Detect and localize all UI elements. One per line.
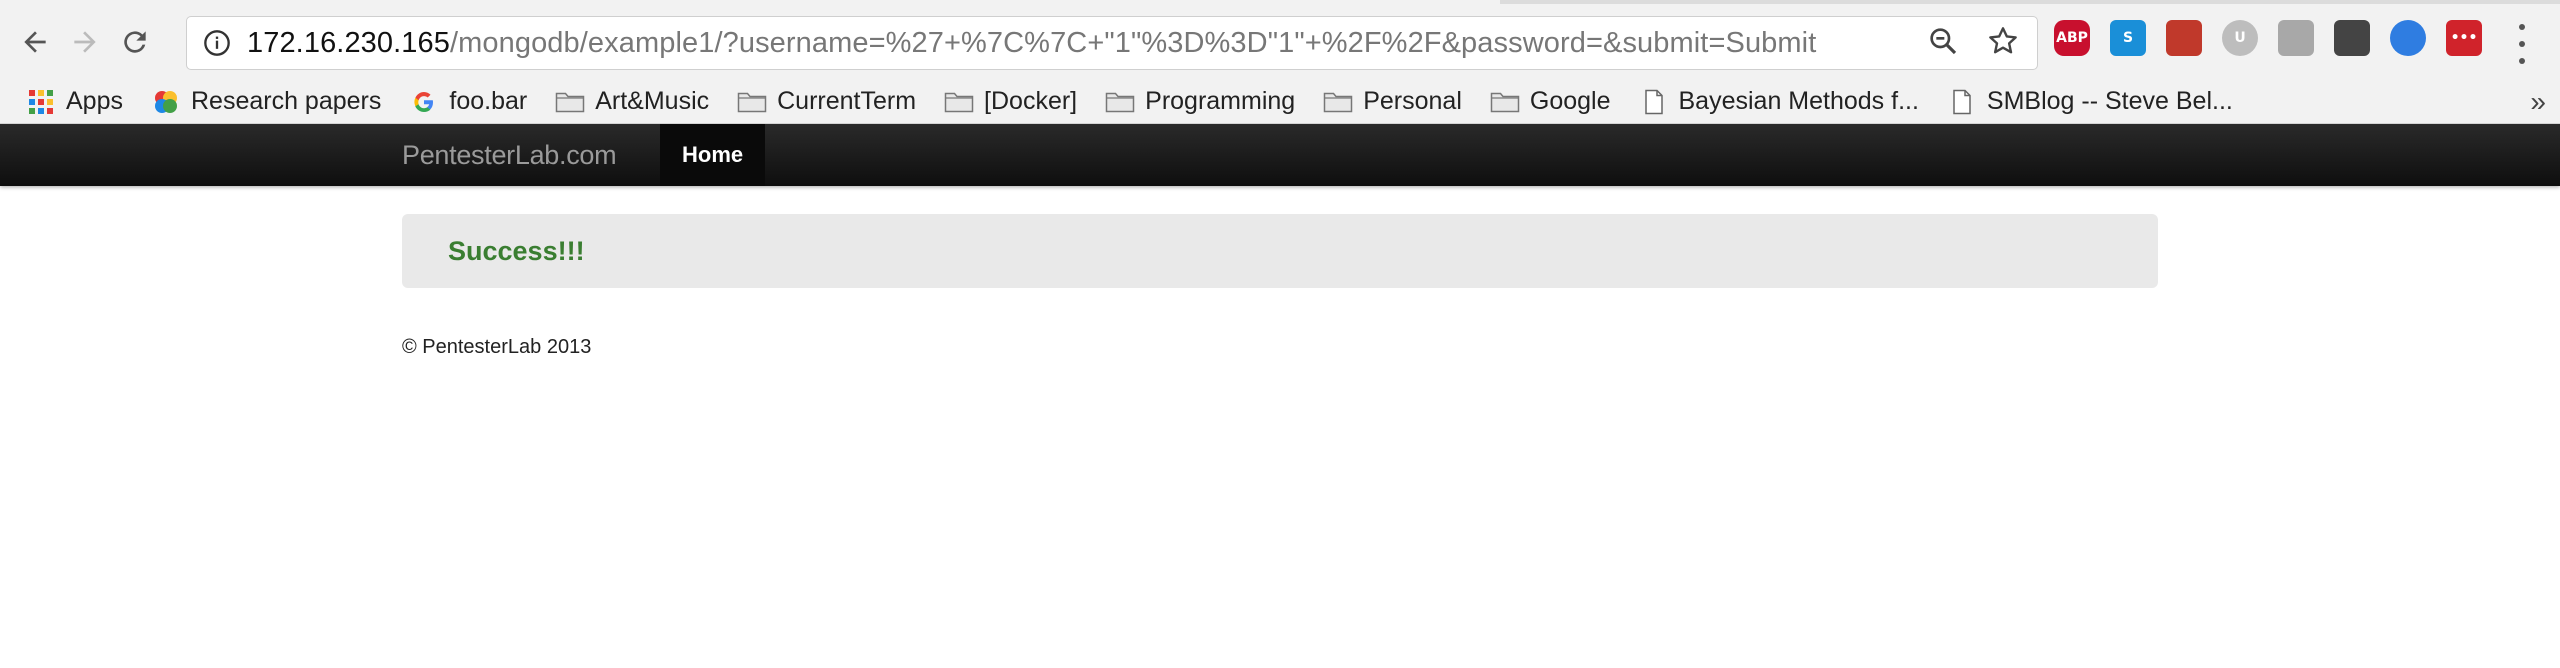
bookmark-label: [Docker] xyxy=(984,87,1078,115)
bookmark-item[interactable]: Apps xyxy=(26,87,123,116)
bookmark-star-icon[interactable] xyxy=(1987,25,2019,62)
page-footer: © PentesterLab 2013 xyxy=(402,336,592,358)
address-bar[interactable]: 172.16.230.165/mongodb/example1/?usernam… xyxy=(186,16,2038,70)
back-arrow-icon xyxy=(24,31,46,53)
folder-icon xyxy=(1490,88,1520,116)
bookmark-label: SMBlog -- Steve Bel... xyxy=(1986,87,2233,115)
reader-icon[interactable] xyxy=(2166,20,2202,56)
folder-icon xyxy=(944,88,974,116)
bookmark-item[interactable]: foo.bar xyxy=(409,87,527,116)
bookmark-label: Google xyxy=(1529,87,1611,115)
bookmark-item[interactable]: Research papers xyxy=(151,87,381,116)
research-icon xyxy=(151,88,181,116)
folder-icon xyxy=(555,88,585,116)
bookmark-item[interactable]: CurrentTerm xyxy=(737,87,916,116)
browser-menu-icon[interactable] xyxy=(2510,24,2534,64)
reload-icon xyxy=(124,31,146,53)
bookmark-item[interactable]: [Docker] xyxy=(944,87,1077,116)
zoom-icon[interactable] xyxy=(1927,25,1959,62)
bookmark-item[interactable]: Personal xyxy=(1323,87,1462,116)
google-icon xyxy=(409,88,439,116)
site-navbar: PentesterLab.com Home xyxy=(0,124,2560,186)
lightbulb-icon[interactable] xyxy=(2334,20,2370,56)
bookmark-item[interactable]: Programming xyxy=(1105,87,1295,116)
nav-home-link[interactable]: Home xyxy=(660,124,766,186)
page-icon xyxy=(1947,88,1977,116)
bookmark-label: Art&Music xyxy=(595,87,710,115)
url-host: 172.16.230.165 xyxy=(247,26,450,59)
bookmark-label: Programming xyxy=(1145,87,1296,115)
bookmark-label: Apps xyxy=(66,87,123,115)
circle-app-icon[interactable] xyxy=(2390,20,2426,56)
apps-grid-icon xyxy=(26,88,56,116)
bookmark-label: CurrentTerm xyxy=(777,87,917,115)
bookmark-item[interactable]: Art&Music xyxy=(555,87,709,116)
folder-icon xyxy=(1323,88,1353,116)
site-info-icon[interactable] xyxy=(187,29,247,57)
bookmark-label: Research papers xyxy=(190,87,382,115)
ublock-icon[interactable]: U xyxy=(2222,20,2258,56)
skype-icon[interactable]: S xyxy=(2110,20,2146,56)
site-brand[interactable]: PentesterLab.com xyxy=(402,124,660,186)
alert-message: Success!!! xyxy=(448,235,585,266)
forward-button[interactable] xyxy=(60,17,110,67)
bookmark-label: foo.bar xyxy=(449,87,528,115)
bookmark-item[interactable]: Bayesian Methods f... xyxy=(1639,87,1919,116)
folder-icon xyxy=(737,88,767,116)
back-button[interactable] xyxy=(10,17,60,67)
bookmark-item[interactable]: Google xyxy=(1490,87,1611,116)
bookmark-label: Bayesian Methods f... xyxy=(1678,87,1919,115)
lastpass-icon[interactable]: ••• xyxy=(2446,20,2482,56)
bookmark-item[interactable]: SMBlog -- Steve Bel... xyxy=(1947,87,2233,116)
extension-icons: ABP S U ••• xyxy=(2054,20,2482,56)
bookmarks-overflow-icon[interactable]: » xyxy=(2530,86,2546,118)
url-path: /mongodb/example1/?username=%27+%7C%7C+"… xyxy=(449,26,1817,59)
bookmarks-bar: Apps Research papers foo.bar Art&Music Curre… xyxy=(0,80,2560,124)
drive-icon[interactable] xyxy=(2278,20,2314,56)
adblock-plus-icon[interactable]: ABP xyxy=(2054,20,2090,56)
reload-button[interactable] xyxy=(110,17,160,67)
url-text[interactable]: 172.16.230.165/mongodb/example1/?usernam… xyxy=(247,27,1927,60)
success-alert: Success!!! xyxy=(402,214,2158,288)
bookmark-label: Personal xyxy=(1363,87,1462,115)
browser-toolbar: 172.16.230.165/mongodb/example1/?usernam… xyxy=(0,4,2560,80)
forward-arrow-icon xyxy=(74,31,96,53)
folder-icon xyxy=(1105,88,1135,116)
page-icon xyxy=(1639,88,1669,116)
